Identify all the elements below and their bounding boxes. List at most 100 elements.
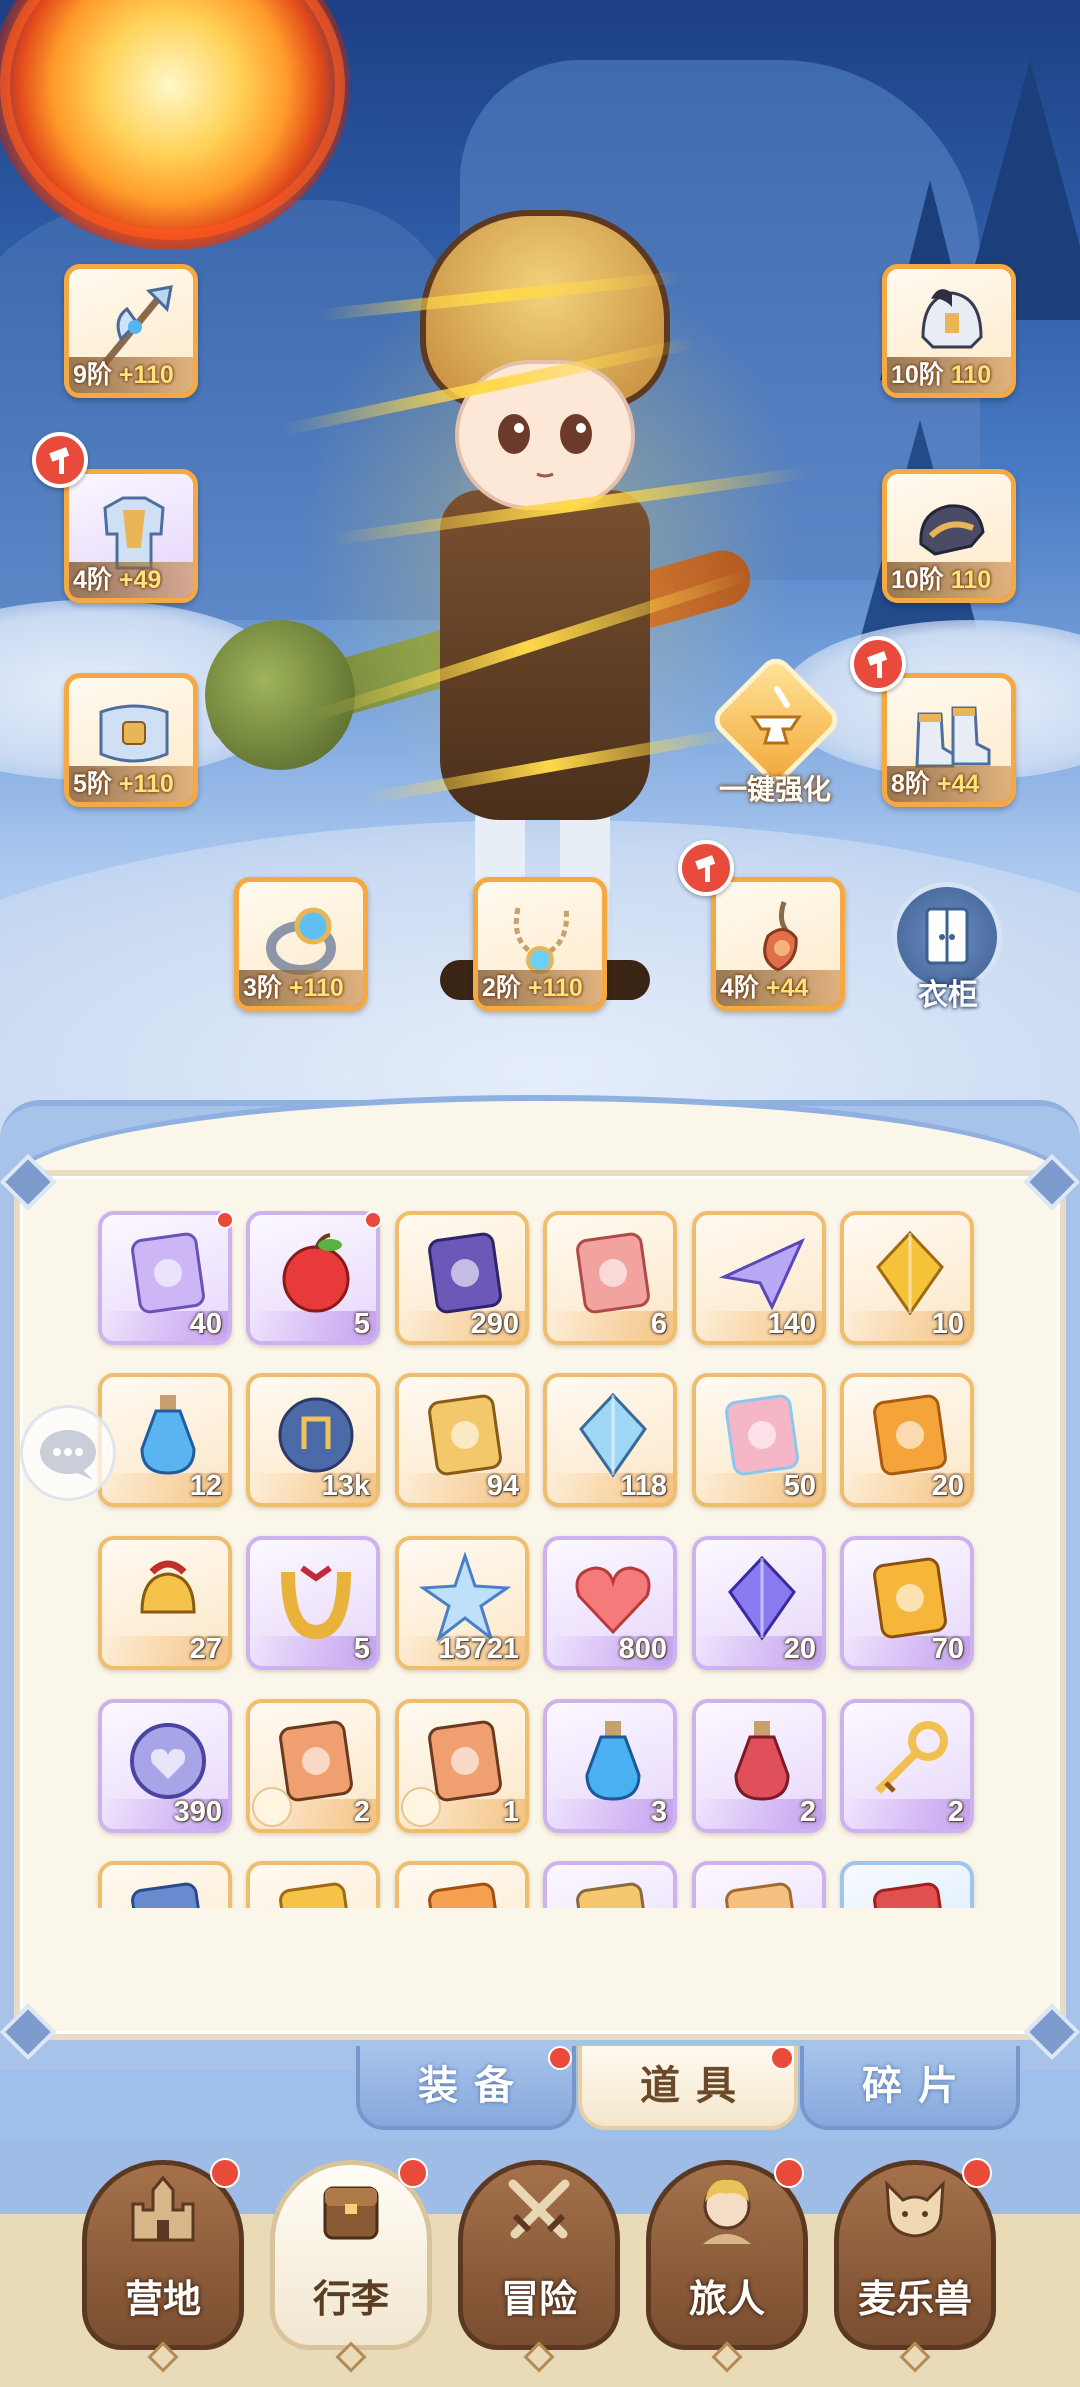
- notification-dot: [210, 2158, 240, 2188]
- upgrade-hammer-icon[interactable]: [678, 840, 734, 896]
- inventory-item[interactable]: 2: [840, 1699, 974, 1833]
- equip-level-label: 5阶 +110: [69, 766, 193, 802]
- inventory-item[interactable]: [98, 1861, 232, 1908]
- equip-slot-necklace[interactable]: 2阶 +110: [473, 877, 607, 1011]
- moon-card-icon: [131, 1232, 205, 1314]
- ice-crystal-icon: [579, 1392, 647, 1478]
- inventory-item[interactable]: [543, 1861, 677, 1908]
- enhance-label: 一键强化: [718, 774, 831, 805]
- backpack-icon: [323, 2186, 379, 2240]
- notification-dot: [398, 2158, 428, 2188]
- item-count: 70: [931, 1633, 964, 1665]
- tab-label: 碎片: [862, 2064, 974, 2108]
- notification-dot: [962, 2158, 992, 2188]
- equip-slot-belt[interactable]: 5阶 +110: [64, 673, 198, 807]
- inventory-item[interactable]: 27: [98, 1536, 232, 1670]
- item-count: 13k: [321, 1470, 370, 1502]
- item-count: 118: [620, 1470, 667, 1502]
- item-count: 27: [189, 1633, 222, 1665]
- equip-slot-helmet[interactable]: 10阶 110: [882, 264, 1016, 398]
- inventory-item[interactable]: 50: [692, 1373, 826, 1507]
- equip-slot-boots[interactable]: 8阶 +44: [882, 673, 1016, 807]
- nav-label: 麦乐兽: [857, 2279, 972, 2321]
- sword-badge-icon: [252, 1787, 292, 1827]
- inventory-item[interactable]: [246, 1861, 380, 1908]
- outfit-card-icon: [873, 1394, 947, 1476]
- inventory-item[interactable]: 6: [543, 1211, 677, 1345]
- equip-slot-amulet[interactable]: 4阶 +44: [711, 877, 845, 1011]
- inventory-item[interactable]: 140: [692, 1211, 826, 1345]
- inventory-item[interactable]: 20: [692, 1536, 826, 1670]
- tab-items[interactable]: 道具: [578, 2046, 798, 2130]
- heart-icon: [575, 1566, 651, 1635]
- equip-level-label: 9阶 +110: [69, 357, 193, 393]
- bell-icon: [140, 1560, 196, 1614]
- inventory-item[interactable]: 94: [395, 1373, 529, 1507]
- equip-slot-gloves[interactable]: 10阶 110: [882, 469, 1016, 603]
- tab-equipment[interactable]: 装备: [356, 2046, 576, 2130]
- inventory-item[interactable]: 118: [543, 1373, 677, 1507]
- tab-fragments[interactable]: 碎片: [800, 2046, 1020, 2130]
- inventory-item[interactable]: 70: [840, 1536, 974, 1670]
- golden-key-icon: [875, 1721, 948, 1794]
- upgrade-hammer-icon[interactable]: [32, 432, 88, 488]
- paper-plane-icon: [718, 1237, 806, 1311]
- equip-level-label: 10阶 110: [887, 562, 1011, 598]
- hammer-head: [205, 620, 355, 770]
- inventory-item[interactable]: 40: [98, 1211, 232, 1345]
- inventory-item[interactable]: 3: [543, 1699, 677, 1833]
- inventory-item[interactable]: 10: [840, 1211, 974, 1345]
- amber-stone-icon: [873, 1557, 947, 1639]
- inventory-item[interactable]: 5: [246, 1211, 380, 1345]
- orange-item-icon: [428, 1882, 502, 1908]
- inventory-item[interactable]: 12: [98, 1373, 232, 1507]
- item-count: 5: [353, 1633, 370, 1665]
- nav-label: 旅人: [688, 2279, 765, 2321]
- gold-item-icon: [279, 1882, 353, 1908]
- tab-label: 装备: [418, 2064, 530, 2108]
- cat-item-icon: [576, 1882, 650, 1908]
- inventory-item[interactable]: 390: [98, 1699, 232, 1833]
- nav-adventure[interactable]: 冒险: [454, 2150, 624, 2373]
- inventory-item[interactable]: 1: [395, 1699, 529, 1833]
- inventory-item[interactable]: 290: [395, 1211, 529, 1345]
- inventory-item[interactable]: [840, 1861, 974, 1908]
- item-count: 800: [618, 1633, 667, 1665]
- inventory-item[interactable]: 2: [692, 1699, 826, 1833]
- nav-beast[interactable]: 麦乐兽: [830, 2150, 1000, 2373]
- inventory-item[interactable]: 5: [246, 1536, 380, 1670]
- paint-tube-icon: [725, 1394, 799, 1476]
- inventory-item[interactable]: [395, 1861, 529, 1908]
- item-grid[interactable]: 40 5 290 6 140 10 12 13k 94 118 50 20 27 5 15721 800 20 7…: [80, 1195, 1000, 1908]
- nav-label: 冒险: [500, 2279, 577, 2321]
- upgrade-hammer-icon[interactable]: [850, 636, 906, 692]
- item-count: 290: [470, 1308, 519, 1340]
- item-count: 140: [767, 1308, 816, 1340]
- inventory-item[interactable]: 2: [246, 1699, 380, 1833]
- purple-gem-icon: [728, 1555, 796, 1641]
- horseshoe-icon: [281, 1565, 351, 1640]
- one-key-enhance-button[interactable]: 一键强化: [700, 652, 850, 812]
- item-count: 2: [947, 1796, 964, 1828]
- item-count: 10: [931, 1308, 964, 1340]
- inventory-item[interactable]: 800: [543, 1536, 677, 1670]
- nav-traveler[interactable]: 旅人: [642, 2150, 812, 2373]
- nav-luggage[interactable]: 行李: [266, 2150, 436, 2373]
- equip-slot-ring[interactable]: 3阶 +110: [234, 877, 368, 1011]
- nav-camp[interactable]: 营地: [78, 2150, 248, 2373]
- inventory-item[interactable]: 20: [840, 1373, 974, 1507]
- inventory-item[interactable]: 15721: [395, 1536, 529, 1670]
- inventory-item[interactable]: [692, 1861, 826, 1908]
- equip-level-label: 4阶 +44: [716, 970, 840, 1006]
- wardrobe-button[interactable]: 衣柜: [888, 882, 1008, 1012]
- equip-level-label: 4阶 +49: [69, 562, 193, 598]
- equip-slot-armor[interactable]: 4阶 +49: [64, 469, 198, 603]
- lyre-icon: [428, 1394, 502, 1476]
- nav-label: 行李: [312, 2279, 389, 2321]
- ticket-icon: [428, 1232, 502, 1314]
- chat-button[interactable]: [20, 1405, 116, 1501]
- coin-icon: [130, 1723, 206, 1799]
- item-count: 2: [799, 1796, 816, 1828]
- inventory-item[interactable]: 13k: [246, 1373, 380, 1507]
- equip-slot-weapon[interactable]: 9阶 +110: [64, 264, 198, 398]
